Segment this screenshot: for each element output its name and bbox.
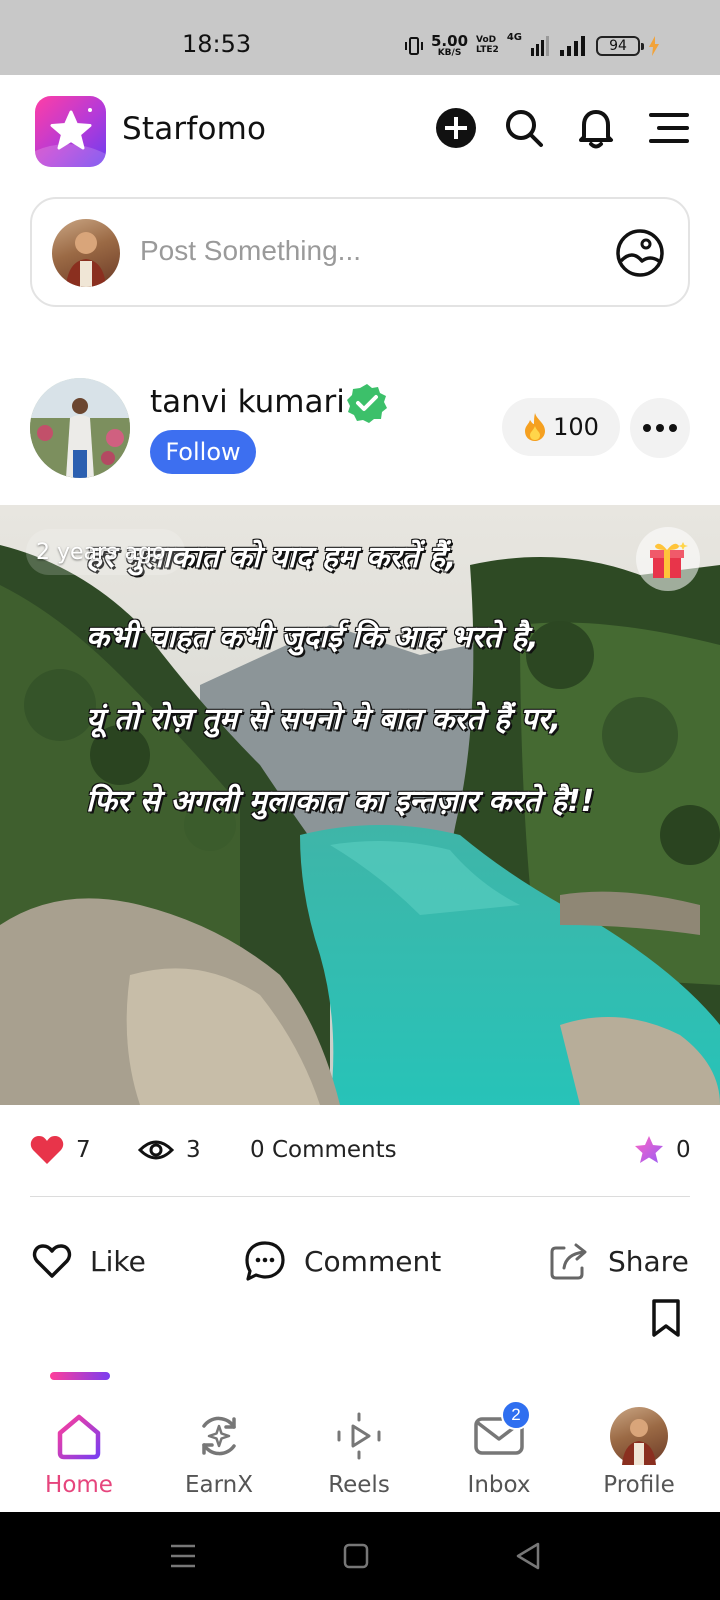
home-button-icon[interactable] — [336, 1536, 376, 1576]
add-photo-button[interactable] — [614, 227, 666, 279]
inbox-badge: 2 — [501, 1400, 531, 1430]
post-author-avatar[interactable] — [30, 378, 130, 478]
verified-badge-icon — [346, 382, 388, 424]
reels-icon — [337, 1412, 381, 1460]
nav-reels[interactable]: Reels — [304, 1408, 414, 1508]
follow-button[interactable]: Follow — [150, 430, 256, 474]
views-stat: 3 — [138, 1128, 201, 1172]
comments-stat[interactable]: 0 Comments — [250, 1128, 397, 1172]
menu-icon — [649, 113, 689, 143]
comment-button[interactable]: Comment — [244, 1236, 441, 1286]
like-button[interactable]: Like — [32, 1236, 146, 1286]
poem-line: कभी चाहत कभी जुदाई कि आह भरते है, — [86, 620, 539, 655]
avatar — [610, 1407, 668, 1465]
post-author-name[interactable]: tanvi kumari — [150, 384, 345, 420]
post-image[interactable]: हर मुलाकात को याद हम करतें हैं, कभी चाहत… — [0, 505, 720, 1105]
status-bar: 18:53 5.00 KB/S VoD LTE2 4G 94 — [0, 0, 720, 75]
status-icons: 5.00 KB/S VoD LTE2 4G 94 — [405, 32, 660, 60]
recents-icon[interactable] — [163, 1536, 203, 1576]
share-button[interactable]: Share — [548, 1236, 689, 1286]
network-type: 4G — [506, 32, 522, 43]
poem-line: फिर से अगली मुलाकात का इन्तज़ार करते है!… — [86, 784, 595, 819]
add-icon — [436, 108, 476, 148]
like-label: Like — [90, 1244, 146, 1278]
create-post-button[interactable] — [434, 106, 478, 150]
likes-count: 7 — [76, 1137, 91, 1163]
share-icon — [550, 1243, 587, 1280]
system-nav-bar — [0, 1512, 720, 1600]
poem-line: यूं तो रोज़ तुम से सपनो मे बात करते हैं … — [86, 702, 562, 737]
search-icon — [506, 110, 543, 147]
post-timestamp: 2 years ago — [26, 529, 186, 575]
gift-icon — [650, 542, 688, 578]
heart-filled-icon — [30, 1136, 64, 1164]
nav-home[interactable]: Home — [24, 1408, 134, 1508]
likes-stat[interactable]: 7 — [30, 1128, 91, 1172]
back-icon[interactable] — [508, 1536, 548, 1576]
more-icon — [643, 424, 677, 432]
post-stats: 7 3 0 Comments 0 — [30, 1128, 691, 1172]
signal-icon-2 — [559, 36, 585, 56]
notifications-button[interactable] — [574, 106, 618, 150]
nav-inbox[interactable]: 2 Inbox — [444, 1400, 554, 1508]
nav-home-label: Home — [45, 1472, 113, 1498]
net-speed: 5.00 KB/S — [431, 32, 469, 58]
fire-count: 100 — [553, 413, 599, 441]
charging-icon — [648, 36, 659, 56]
earnx-icon — [202, 1416, 236, 1456]
nav-earnx-label: EarnX — [184, 1472, 253, 1498]
app-logo[interactable] — [35, 96, 106, 167]
fire-count-pill[interactable]: 100 — [502, 398, 620, 456]
comments-count: 0 Comments — [250, 1137, 397, 1163]
heart-outline-icon — [32, 1244, 72, 1278]
bookmark-icon — [652, 1299, 680, 1337]
home-icon — [57, 1414, 101, 1460]
volte-indicator: VoD LTE2 — [476, 35, 499, 55]
menu-button[interactable] — [646, 106, 690, 150]
post-composer[interactable]: Post Something... — [30, 197, 690, 307]
gift-button[interactable] — [636, 527, 700, 591]
post-more-button[interactable] — [630, 398, 690, 458]
views-count: 3 — [186, 1137, 201, 1163]
app-name: Starfomo — [122, 111, 267, 147]
signal-icon-1 — [530, 36, 549, 56]
vibrate-icon — [405, 37, 423, 55]
eye-icon — [138, 1140, 174, 1160]
status-time: 18:53 — [182, 30, 252, 58]
stars-stat[interactable]: 0 — [634, 1128, 691, 1172]
divider — [30, 1196, 690, 1197]
nav-profile[interactable]: Profile — [584, 1407, 694, 1508]
battery-icon: 94 — [595, 36, 644, 56]
star-icon — [635, 1136, 663, 1163]
share-label: Share — [608, 1244, 689, 1278]
fire-icon — [525, 413, 546, 441]
active-tab-indicator — [50, 1372, 110, 1380]
search-button[interactable] — [502, 106, 546, 150]
stars-count: 0 — [676, 1137, 691, 1163]
nav-earnx[interactable]: EarnX — [164, 1408, 274, 1508]
comment-label: Comment — [304, 1244, 442, 1278]
avatar — [52, 219, 120, 287]
nav-reels-label: Reels — [328, 1472, 390, 1498]
bell-icon — [579, 110, 613, 149]
comment-icon — [245, 1241, 285, 1281]
bookmark-button[interactable] — [648, 1298, 684, 1338]
nav-inbox-label: Inbox — [467, 1472, 531, 1498]
nav-profile-label: Profile — [603, 1472, 675, 1498]
app-header: Starfomo — [0, 75, 720, 185]
composer-placeholder[interactable]: Post Something... — [140, 235, 361, 267]
image-icon — [616, 229, 664, 277]
